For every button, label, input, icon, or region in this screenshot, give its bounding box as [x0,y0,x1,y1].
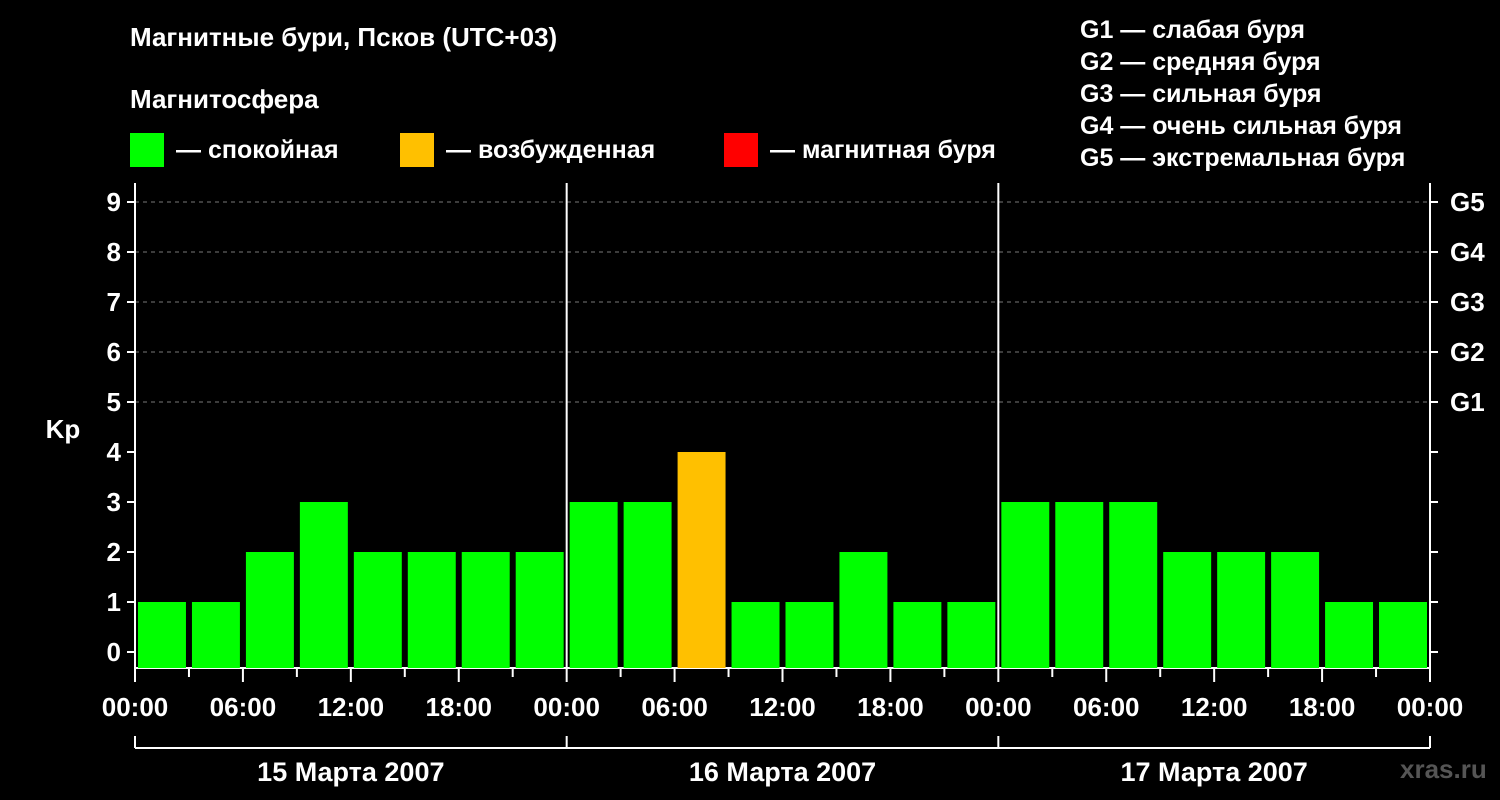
x-tick-label: 12:00 [749,692,816,722]
kp-bar [947,602,996,668]
g-tick-label: G3 [1450,287,1485,317]
y-tick-label: 5 [107,387,121,417]
x-tick-label: 00:00 [1397,692,1464,722]
g-tick-label: G5 [1450,187,1485,217]
kp-bar [1163,552,1212,668]
day-label: 15 Марта 2007 [257,757,444,787]
x-tick-label: 00:00 [533,692,600,722]
g-tick-label: G4 [1450,237,1485,267]
x-tick-label: 18:00 [1289,692,1356,722]
kp-bar [461,552,510,668]
kp-bar-chart: 0 1 2 3 4 5 6 7 8 9 G1 G2 G3 G4 G5 Kp 00:00 06:00 12:00 18:… [46,183,1485,787]
x-tick-label: 00:00 [965,692,1032,722]
y-tick-label: 3 [107,487,121,517]
kp-bar [623,502,672,668]
g-tick-label: G1 [1450,387,1485,417]
kp-bar [677,452,726,668]
kp-bar [839,552,888,668]
y-tick-label: 7 [107,287,121,317]
g-tick-label: G2 [1450,337,1485,367]
watermark: xras.ru [1400,754,1487,784]
x-tick-label: 06:00 [210,692,277,722]
y-tick-label: 6 [107,337,121,367]
kp-bar [515,552,564,668]
x-tick-label: 12:00 [1181,692,1248,722]
x-tick-label: 00:00 [102,692,169,722]
y-tick-label: 9 [107,187,121,217]
x-tick-label: 12:00 [318,692,385,722]
kp-bar [1379,602,1427,668]
y-tick-label: 8 [107,237,121,267]
kp-bar [785,602,834,668]
kp-bar [569,502,618,668]
x-tick-label: 06:00 [641,692,708,722]
kp-bar [1271,552,1320,668]
y-tick-label: 1 [107,587,121,617]
y-tick-label: 4 [107,437,122,467]
kp-bar [1001,502,1050,668]
kp-bar [191,602,240,668]
kp-bar [138,602,186,668]
x-tick-label: 18:00 [857,692,924,722]
day-label: 16 Марта 2007 [689,757,876,787]
x-tick-label: 18:00 [426,692,493,722]
kp-bar [1109,502,1158,668]
x-tick-label: 06:00 [1073,692,1140,722]
kp-bar [731,602,780,668]
y-axis-label: Kp [46,414,81,444]
y-tick-label: 0 [107,637,121,667]
kp-bar [1217,552,1266,668]
kp-bar [893,602,942,668]
kp-bar [407,552,456,668]
kp-bar [353,552,402,668]
kp-bar [1055,502,1104,668]
day-label: 17 Марта 2007 [1121,757,1308,787]
kp-bar [299,502,348,668]
kp-bar [245,552,294,668]
y-tick-label: 2 [107,537,121,567]
kp-bar [1325,602,1374,668]
